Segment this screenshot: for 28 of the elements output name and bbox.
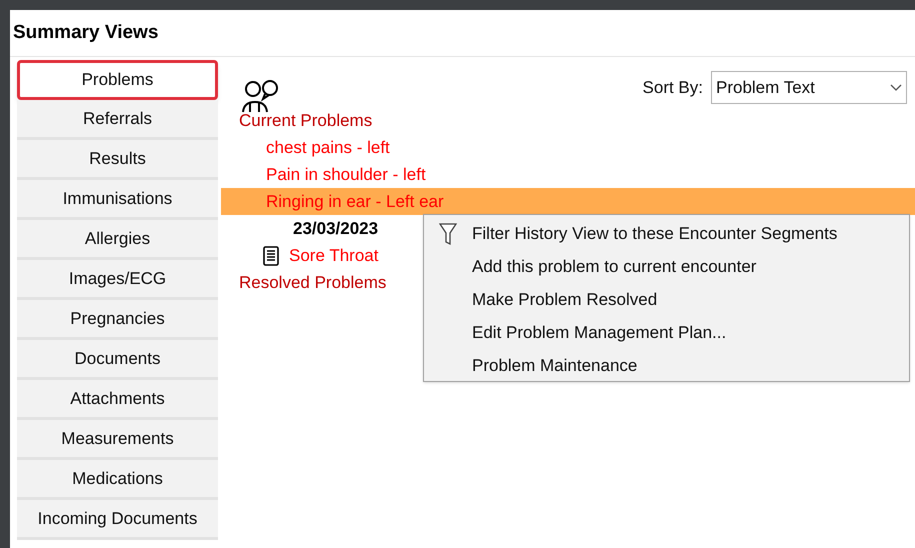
filter-icon [439,222,457,246]
chevron-down-icon [890,84,902,92]
sidebar-tab[interactable]: Attachments [17,380,218,420]
sidebar-tab[interactable]: Measurements [17,420,218,460]
document-icon [263,246,279,266]
group-label[interactable]: Current Problems [221,107,915,134]
problem-item[interactable]: chest pains - left [221,134,915,161]
sidebar-tab[interactable]: Problems [17,60,218,100]
sort-dropdown[interactable]: Problem Text [711,71,907,104]
menu-item[interactable]: Filter History View to these Encounter Segments [424,217,909,250]
sidebar-tab[interactable]: Medications [17,460,218,500]
encounter-date: 23/03/2023 [293,218,378,240]
sort-label: Sort By: [642,76,703,99]
menu-item[interactable]: Add this problem to current encounter [424,250,909,283]
sidebar-tab[interactable]: Images/ECG [17,260,218,300]
sidebar-tab[interactable]: Referrals [17,100,218,140]
encounter-item[interactable]: Sore Throat [289,242,378,268]
menu-item[interactable]: Make Problem Resolved [424,283,909,316]
menu-item[interactable]: Problem Maintenance [424,349,909,382]
sidebar-tab[interactable]: Allergies [17,220,218,260]
sidebar-tab[interactable]: Pregnancies [17,300,218,340]
problem-item[interactable]: Pain in shoulder - left [221,161,915,188]
window-title: Summary Views [12,21,160,45]
sidebar-tab[interactable]: Immunisations [17,180,218,220]
menu-item[interactable]: Edit Problem Management Plan... [424,316,909,349]
sidebar-tab[interactable]: Incoming Documents [17,500,218,540]
sidebar-tab[interactable]: Results [17,140,218,180]
sidebar-tab[interactable]: Documents [17,340,218,380]
